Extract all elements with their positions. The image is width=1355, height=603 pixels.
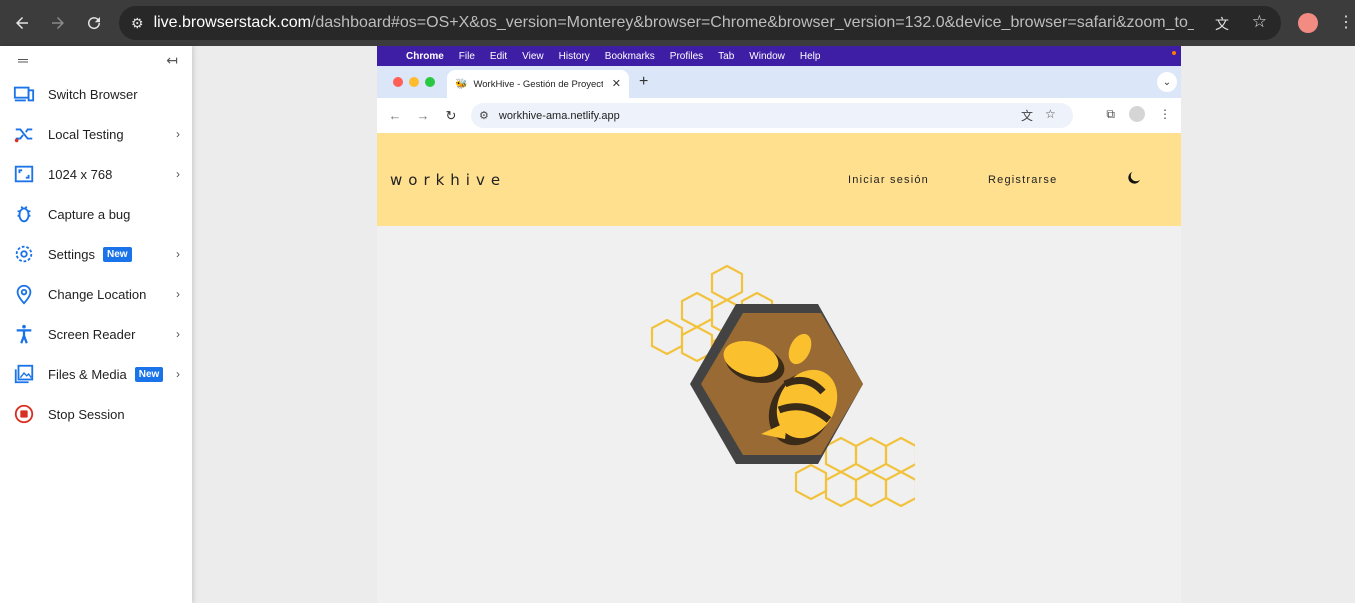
menubar-app-name[interactable]: Chrome bbox=[406, 51, 444, 62]
new-badge: New bbox=[134, 366, 164, 382]
remote-session-view[interactable]: Chrome File Edit View History Bookmarks … bbox=[377, 46, 1181, 603]
menu-bookmarks[interactable]: Bookmarks bbox=[605, 51, 655, 62]
site-settings-icon[interactable]: ⚙ bbox=[131, 15, 144, 32]
sidebar-item-settings[interactable]: Settings New › bbox=[0, 234, 192, 274]
sidebar-item-files-media[interactable]: Files & Media New › bbox=[0, 354, 192, 394]
sidebar-item-switch-browser[interactable]: Switch Browser bbox=[0, 74, 192, 114]
hero-section bbox=[377, 226, 1181, 603]
nav-login-link[interactable]: Iniciar sesión bbox=[848, 174, 929, 186]
sidebar-item-label: Switch Browser bbox=[48, 86, 138, 102]
stop-icon bbox=[12, 402, 36, 426]
sidebar-item-label: Local Testing bbox=[48, 126, 124, 142]
hamburger-icon[interactable]: ═ bbox=[18, 52, 28, 68]
back-arrow-icon[interactable]: ← bbox=[381, 102, 409, 130]
session-sidebar: ═ ↤ Switch Browser Local Testing › 1024 … bbox=[0, 46, 192, 603]
tab-title: WorkHive - Gestión de Proyectos bbox=[473, 78, 604, 90]
mac-menubar: Chrome File Edit View History Bookmarks … bbox=[377, 46, 1181, 66]
browser-toolbar: ⚙ live.browserstack.com/dashboard#os=OS+… bbox=[0, 0, 1355, 46]
tab-workhive[interactable]: 🐝 WorkHive - Gestión de Proyectos ✕ bbox=[447, 70, 629, 98]
chevron-right-icon: › bbox=[176, 247, 180, 261]
bookmark-star-icon[interactable]: ☆ bbox=[1252, 12, 1267, 32]
sidebar-item-label: 1024 x 768 bbox=[48, 166, 113, 182]
site-logo[interactable]: workhive bbox=[390, 171, 506, 189]
menu-history[interactable]: History bbox=[559, 51, 590, 62]
close-window-button[interactable] bbox=[393, 77, 403, 87]
minimize-window-button[interactable] bbox=[409, 77, 419, 87]
chevron-right-icon: › bbox=[176, 367, 180, 381]
sidebar-item-stop-session[interactable]: Stop Session bbox=[0, 394, 192, 434]
new-tab-icon[interactable]: + bbox=[639, 73, 648, 91]
recording-dot bbox=[1172, 51, 1176, 55]
gear-icon bbox=[12, 242, 36, 266]
translate-icon[interactable]: 文 bbox=[1215, 14, 1229, 34]
forward-arrow-icon[interactable]: → bbox=[409, 102, 437, 130]
site-header: workhive Iniciar sesión Registrarse bbox=[377, 133, 1181, 226]
menu-tab[interactable]: Tab bbox=[718, 51, 734, 62]
chevron-right-icon: › bbox=[176, 167, 180, 181]
site-settings-icon[interactable]: ⚙ bbox=[479, 109, 489, 122]
kebab-menu-icon[interactable]: ⋮ bbox=[1159, 107, 1171, 121]
forward-arrow-icon[interactable] bbox=[42, 7, 74, 39]
address-bar[interactable]: ⚙ live.browserstack.com/dashboard#os=OS+… bbox=[119, 6, 1281, 40]
new-badge: New bbox=[102, 246, 132, 262]
extensions-icon[interactable]: ⧉ bbox=[1106, 107, 1115, 122]
sidebar-item-label: Settings bbox=[48, 246, 95, 262]
sidebar-item-resolution[interactable]: 1024 x 768 › bbox=[0, 154, 192, 194]
resolution-icon bbox=[12, 162, 36, 186]
chevron-right-icon: › bbox=[176, 327, 180, 341]
back-arrow-icon[interactable] bbox=[6, 7, 38, 39]
sidebar-item-screen-reader[interactable]: Screen Reader › bbox=[0, 314, 192, 354]
sidebar-item-capture-bug[interactable]: Capture a bug bbox=[0, 194, 192, 234]
moon-icon[interactable] bbox=[1126, 170, 1142, 186]
close-tab-icon[interactable]: ✕ bbox=[612, 77, 621, 90]
bee-hive-illustration bbox=[650, 264, 915, 508]
sidebar-item-change-location[interactable]: Change Location › bbox=[0, 274, 192, 314]
menu-file[interactable]: File bbox=[459, 51, 475, 62]
inner-browser-toolbar: ← → ↻ ⚙ workhive-ama.netlify.app 文 ☆ ⧉ ⋮ bbox=[377, 98, 1181, 133]
inner-address-bar[interactable]: ⚙ workhive-ama.netlify.app bbox=[471, 103, 1073, 128]
window-controls bbox=[393, 77, 435, 87]
bookmark-star-icon[interactable]: ☆ bbox=[1045, 107, 1056, 124]
switch-browser-icon bbox=[12, 82, 36, 106]
sidebar-item-label: Capture a bug bbox=[48, 206, 131, 222]
nav-register-link[interactable]: Registrarse bbox=[988, 174, 1057, 186]
kebab-menu-icon[interactable]: ⋮ bbox=[1338, 12, 1354, 32]
sidebar-item-label: Files & Media bbox=[48, 366, 127, 382]
url-text: live.browserstack.com/dashboard#os=OS+X&… bbox=[153, 14, 1194, 31]
tab-strip: 🐝 WorkHive - Gestión de Proyectos ✕ + ⌄ bbox=[377, 66, 1181, 98]
maximize-window-button[interactable] bbox=[425, 77, 435, 87]
local-testing-icon bbox=[12, 122, 36, 146]
sidebar-item-local-testing[interactable]: Local Testing › bbox=[0, 114, 192, 154]
sidebar-item-label: Screen Reader bbox=[48, 326, 136, 342]
sidebar-item-label: Change Location bbox=[48, 286, 147, 302]
location-pin-icon bbox=[12, 282, 36, 306]
profile-avatar[interactable] bbox=[1298, 13, 1318, 33]
collapse-sidebar-icon[interactable]: ↤ bbox=[166, 52, 178, 69]
reload-icon[interactable] bbox=[78, 7, 110, 39]
inner-url-text: workhive-ama.netlify.app bbox=[498, 109, 620, 122]
chevron-right-icon: › bbox=[176, 287, 180, 301]
chevron-right-icon: › bbox=[176, 127, 180, 141]
chevron-down-icon[interactable]: ⌄ bbox=[1157, 72, 1177, 92]
profile-avatar[interactable] bbox=[1129, 106, 1145, 122]
accessibility-icon bbox=[12, 322, 36, 346]
media-icon bbox=[12, 362, 36, 386]
reload-icon[interactable]: ↻ bbox=[437, 102, 465, 130]
menu-profiles[interactable]: Profiles bbox=[670, 51, 703, 62]
menu-window[interactable]: Window bbox=[749, 51, 785, 62]
bee-favicon-icon: 🐝 bbox=[455, 78, 468, 90]
menu-edit[interactable]: Edit bbox=[490, 51, 507, 62]
bug-icon bbox=[12, 202, 36, 226]
sidebar-item-label: Stop Session bbox=[48, 406, 125, 422]
translate-icon[interactable]: 文 bbox=[1021, 107, 1033, 124]
menu-view[interactable]: View bbox=[522, 51, 544, 62]
menu-help[interactable]: Help bbox=[800, 51, 821, 62]
